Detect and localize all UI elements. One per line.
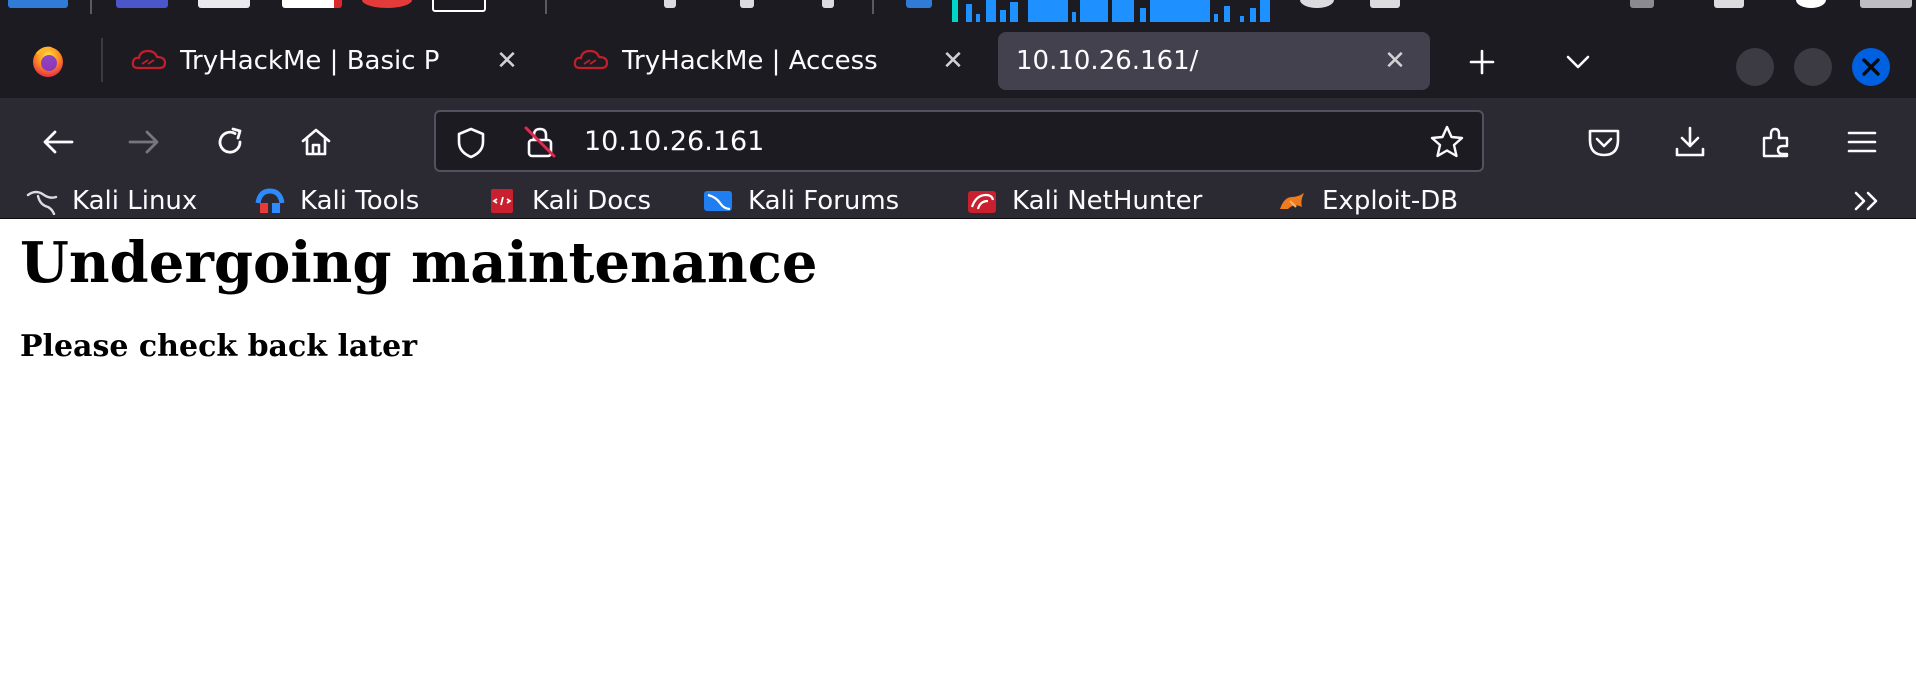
forward-button xyxy=(120,118,168,166)
bookmark-exploit-db[interactable]: Exploit-DB xyxy=(1276,184,1458,218)
list-all-tabs-button[interactable] xyxy=(1558,42,1598,82)
cpu-graph xyxy=(950,0,1272,22)
system-panel xyxy=(0,0,1916,22)
reload-icon xyxy=(218,127,242,154)
bookmarks-toolbar: Kali Linux Kali Tools Kali Docs Kali For… xyxy=(0,184,1916,219)
url-bar[interactable]: 10.10.26.161 xyxy=(434,110,1484,172)
panel-separator xyxy=(90,0,92,14)
arrow-right-icon xyxy=(128,130,159,154)
pocket-icon xyxy=(1588,129,1620,157)
plus-icon xyxy=(1469,49,1495,75)
kali-nethunter-icon xyxy=(968,191,996,213)
pocket-button[interactable] xyxy=(1580,118,1628,166)
firefox-logo-icon xyxy=(33,46,63,77)
tab-title: 10.10.26.161/ xyxy=(1016,46,1199,76)
minimize-window-button[interactable] xyxy=(1736,48,1774,86)
kali-tools-icon xyxy=(255,188,285,213)
tab-close-icon[interactable]: ✕ xyxy=(1380,46,1410,76)
workspace-4-indicator[interactable] xyxy=(822,0,834,8)
bookmark-kali-linux[interactable]: Kali Linux xyxy=(26,184,197,218)
chevron-down-icon xyxy=(1566,55,1590,69)
bookmark-label: Kali Linux xyxy=(72,186,198,216)
network-icon[interactable] xyxy=(1300,0,1334,8)
tab-close-icon[interactable]: ✕ xyxy=(938,46,968,76)
bookmark-label: Exploit-DB xyxy=(1322,186,1459,216)
tab-tryhackme-access[interactable]: TryHackMe | Access ✕ xyxy=(572,32,968,90)
bookmarks-overflow-button[interactable] xyxy=(1848,186,1888,216)
download-icon xyxy=(1675,126,1705,157)
app-menu-button[interactable] xyxy=(1838,118,1886,166)
extensions-button[interactable] xyxy=(1752,118,1800,166)
page-subheading: Please check back later xyxy=(20,329,418,364)
tab-close-icon[interactable]: ✕ xyxy=(492,46,522,76)
url-text[interactable]: 10.10.26.161 xyxy=(584,124,764,160)
bell-icon[interactable] xyxy=(1714,0,1744,8)
new-tab-button[interactable] xyxy=(1462,42,1502,82)
bookmark-label: Kali Forums xyxy=(748,186,900,216)
power-icon[interactable] xyxy=(1796,0,1826,8)
bookmark-kali-tools[interactable]: Kali Tools xyxy=(254,184,419,218)
bookmark-kali-nethunter[interactable]: Kali NetHunter xyxy=(966,184,1202,218)
insecure-lock-icon[interactable] xyxy=(522,124,558,160)
navigation-toolbar: 10.10.26.161 xyxy=(0,98,1916,184)
tab-current-page[interactable]: 10.10.26.161/ ✕ xyxy=(998,32,1430,90)
kali-menu-icon[interactable] xyxy=(8,0,68,8)
notification-icon[interactable] xyxy=(1370,0,1400,8)
back-button[interactable] xyxy=(34,118,82,166)
tab-title: TryHackMe | Access xyxy=(622,46,878,76)
exploit-db-icon xyxy=(1280,193,1304,209)
tryhackme-cloud-icon xyxy=(131,49,167,70)
puzzle-piece-icon xyxy=(1762,127,1789,158)
workspace-2-indicator[interactable] xyxy=(664,0,676,8)
firefox-view-button[interactable] xyxy=(26,44,70,78)
close-window-button[interactable] xyxy=(1852,48,1890,86)
kali-forums-icon xyxy=(704,191,732,211)
workspace-3-indicator[interactable] xyxy=(740,0,754,8)
arrow-left-icon xyxy=(43,130,74,154)
downloads-button[interactable] xyxy=(1666,118,1714,166)
bookmark-kali-docs[interactable]: Kali Docs xyxy=(486,184,651,218)
tab-tryhackme-basic[interactable]: TryHackMe | Basic P ✕ xyxy=(130,32,522,90)
tab-divider xyxy=(101,38,103,82)
panel-separator xyxy=(545,0,547,14)
hamburger-menu-icon xyxy=(1847,131,1877,153)
tracking-protection-shield-icon[interactable] xyxy=(454,126,488,160)
bookmark-star-icon[interactable] xyxy=(1428,124,1466,160)
bookmark-kali-forums[interactable]: Kali Forums xyxy=(702,184,899,218)
terminal-launcher-icon[interactable] xyxy=(432,0,486,12)
bookmark-label: Kali NetHunter xyxy=(1012,186,1203,216)
clock-fragment xyxy=(1860,0,1912,8)
reload-button[interactable] xyxy=(206,118,254,166)
text-editor-icon[interactable] xyxy=(282,0,342,8)
bookmark-label: Kali Tools xyxy=(300,186,420,216)
tab-strip: TryHackMe | Basic P ✕ TryHackMe | Access… xyxy=(0,22,1916,98)
tab-title: TryHackMe | Basic P xyxy=(180,46,440,76)
panel-separator xyxy=(872,0,874,14)
maximize-window-button[interactable] xyxy=(1794,48,1832,86)
page-heading: Undergoing maintenance xyxy=(20,230,818,296)
close-icon xyxy=(1862,58,1880,76)
workspace-1-indicator[interactable] xyxy=(556,0,634,22)
file-manager-icon[interactable] xyxy=(198,0,250,8)
workspace-icon[interactable] xyxy=(116,0,168,8)
home-icon xyxy=(301,128,331,156)
bookmark-label: Kali Docs xyxy=(532,186,652,216)
page-content: Undergoing maintenance Please check back… xyxy=(0,219,1916,691)
tryhackme-cloud-icon xyxy=(573,49,609,70)
kali-docs-icon xyxy=(491,189,513,213)
home-button[interactable] xyxy=(292,118,340,166)
kali-dragon-icon xyxy=(26,190,58,215)
volume-icon[interactable] xyxy=(1630,0,1654,8)
browser-launcher-icon[interactable] xyxy=(362,0,412,8)
window-preview-icon[interactable] xyxy=(906,0,932,8)
double-chevron-right-icon xyxy=(1854,191,1878,211)
